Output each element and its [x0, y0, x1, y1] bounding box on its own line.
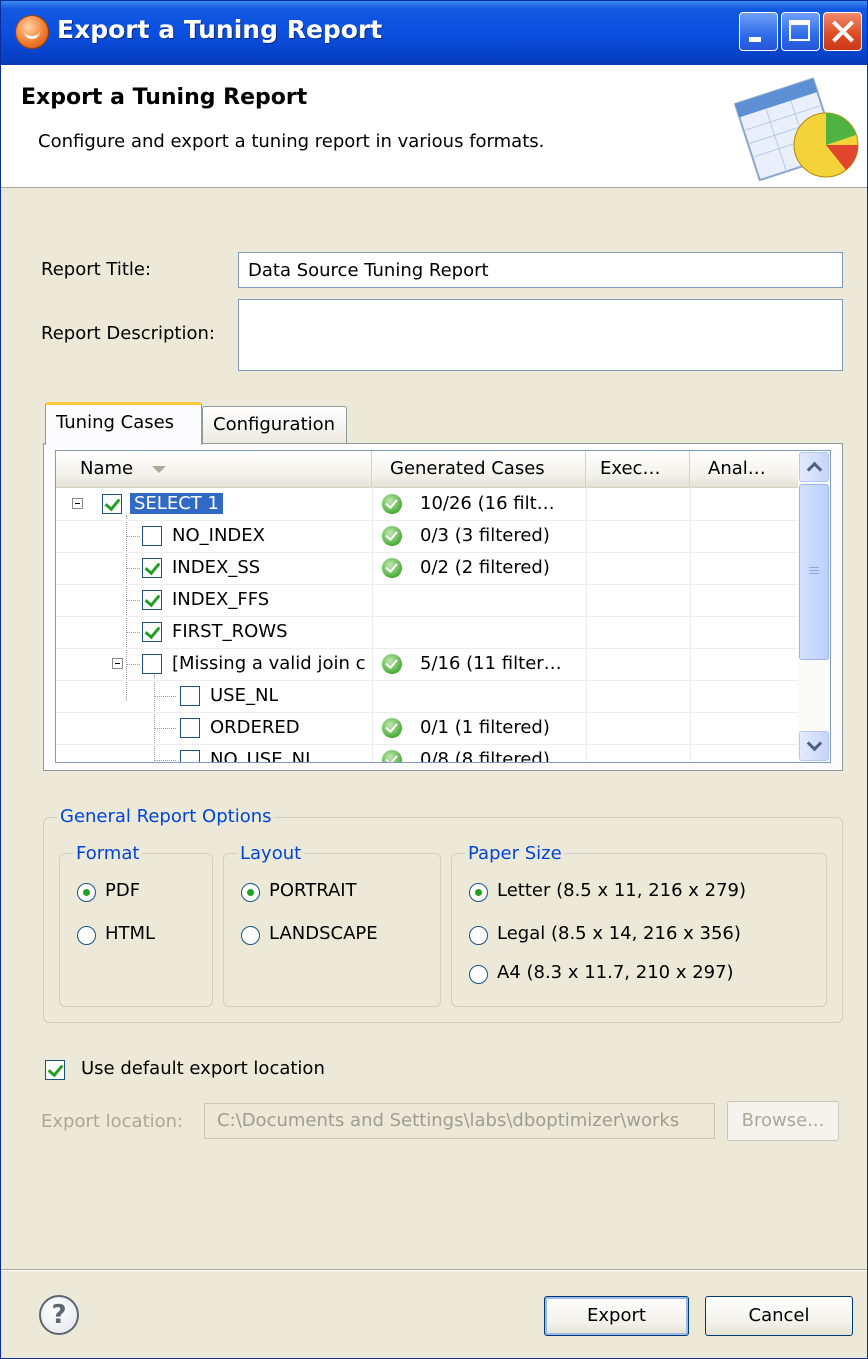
- table-header: Name Generated Cases Exec… Anal…: [56, 451, 798, 488]
- row-checkbox[interactable]: [142, 622, 162, 642]
- row-generated-cases: 0/8 (8 filtered): [420, 749, 550, 763]
- row-checkbox[interactable]: [142, 654, 162, 674]
- row-generated-cases: 10/26 (16 filt…: [420, 493, 555, 514]
- check-circle-icon: [382, 558, 402, 578]
- export-tuning-report-dialog: Export a Tuning Report Export a Tuning R…: [0, 0, 868, 1359]
- layout-portrait-radio[interactable]: [241, 883, 260, 902]
- tab-tuning-cases[interactable]: Tuning Cases: [45, 402, 202, 445]
- report-title-label: Report Title:: [41, 259, 152, 280]
- row-name: SELECT 1: [130, 493, 223, 514]
- export-button[interactable]: Export: [544, 1296, 689, 1336]
- layout-landscape-label[interactable]: LANDSCAPE: [269, 923, 378, 944]
- cancel-button[interactable]: Cancel: [705, 1296, 853, 1336]
- paper-a4-label[interactable]: A4 (8.3 x 11.7, 210 x 297): [497, 962, 734, 983]
- title-bar[interactable]: Export a Tuning Report: [1, 1, 867, 65]
- header-description: Configure and export a tuning report in …: [38, 131, 545, 152]
- column-header-analyzed[interactable]: Anal…: [690, 451, 798, 487]
- table-row[interactable]: INDEX_SS 0/2 (2 filtered): [56, 552, 798, 585]
- report-description-textarea[interactable]: [238, 299, 843, 371]
- scroll-up-icon[interactable]: [799, 452, 829, 482]
- collapse-icon[interactable]: [72, 498, 83, 509]
- row-checkbox[interactable]: [142, 558, 162, 578]
- paper-letter-radio[interactable]: [469, 883, 488, 902]
- table-row[interactable]: FIRST_ROWS: [56, 616, 798, 649]
- browse-button[interactable]: Browse...: [727, 1101, 839, 1141]
- use-default-location-label[interactable]: Use default export location: [81, 1058, 325, 1079]
- row-checkbox[interactable]: [180, 686, 200, 706]
- check-circle-icon: [382, 526, 402, 546]
- close-button[interactable]: [823, 12, 862, 51]
- row-generated-cases: 0/1 (1 filtered): [420, 717, 550, 738]
- row-checkbox[interactable]: [180, 750, 200, 762]
- scroll-down-icon[interactable]: [799, 731, 829, 761]
- table-row[interactable]: INDEX_FFS: [56, 584, 798, 617]
- dialog-header: Export a Tuning Report Configure and exp…: [1, 65, 867, 188]
- format-pdf-radio[interactable]: [77, 883, 96, 902]
- report-chart-icon: [733, 77, 859, 182]
- minimize-button[interactable]: [739, 12, 778, 51]
- report-description-label: Report Description:: [41, 323, 215, 344]
- row-name: [Missing a valid join c: [172, 653, 366, 674]
- paper-letter-label[interactable]: Letter (8.5 x 11, 216 x 279): [497, 880, 746, 901]
- general-report-options-title: General Report Options: [57, 806, 275, 827]
- paper-a4-radio[interactable]: [469, 965, 488, 984]
- use-default-location-checkbox[interactable]: [45, 1060, 65, 1080]
- row-name: FIRST_ROWS: [172, 621, 288, 642]
- paper-size-title: Paper Size: [465, 843, 565, 864]
- scrollbar-thumb[interactable]: [799, 484, 829, 660]
- check-circle-icon: [382, 718, 402, 738]
- table-row[interactable]: [Missing a valid join c 5/16 (11 filter…: [56, 648, 798, 681]
- row-checkbox[interactable]: [180, 718, 200, 738]
- collapse-icon[interactable]: [112, 658, 123, 669]
- row-generated-cases: 0/3 (3 filtered): [420, 525, 550, 546]
- tuning-cases-tree-table[interactable]: Name Generated Cases Exec… Anal… SELECT …: [55, 450, 831, 763]
- row-name: NO_INDEX: [172, 525, 265, 546]
- row-generated-cases: 5/16 (11 filter…: [420, 653, 562, 674]
- maximize-button[interactable]: [781, 12, 820, 51]
- report-title-input[interactable]: [238, 252, 843, 288]
- row-name: INDEX_FFS: [172, 589, 270, 610]
- column-header-generated-cases[interactable]: Generated Cases: [372, 451, 586, 487]
- row-generated-cases: 0/2 (2 filtered): [420, 557, 550, 578]
- format-html-label[interactable]: HTML: [105, 923, 155, 944]
- column-header-name[interactable]: Name: [56, 451, 372, 487]
- export-location-label: Export location:: [41, 1111, 184, 1132]
- check-circle-icon: [382, 494, 402, 514]
- table-row[interactable]: USE_NL: [56, 680, 798, 713]
- layout-title: Layout: [237, 843, 305, 864]
- check-circle-icon: [382, 654, 402, 674]
- tab-configuration[interactable]: Configuration: [202, 406, 347, 444]
- row-checkbox[interactable]: [102, 494, 122, 514]
- row-name: NO_USE_NL: [210, 749, 316, 763]
- format-pdf-label[interactable]: PDF: [105, 880, 140, 901]
- footer-separator: [1, 1269, 867, 1271]
- table-vertical-scrollbar[interactable]: [798, 451, 830, 762]
- check-circle-icon: [382, 750, 402, 762]
- help-icon[interactable]: ?: [39, 1295, 79, 1335]
- layout-portrait-label[interactable]: PORTRAIT: [269, 880, 357, 901]
- table-row[interactable]: NO_INDEX 0/3 (3 filtered): [56, 520, 798, 553]
- row-name: USE_NL: [210, 685, 279, 706]
- format-html-radio[interactable]: [77, 926, 96, 945]
- row-checkbox[interactable]: [142, 526, 162, 546]
- export-location-input[interactable]: C:\Documents and Settings\labs\dboptimiz…: [204, 1103, 715, 1139]
- layout-landscape-radio[interactable]: [241, 926, 260, 945]
- row-name: ORDERED: [210, 717, 300, 738]
- sort-desc-icon: [152, 466, 166, 473]
- table-row[interactable]: SELECT 1 10/26 (16 filt…: [56, 488, 798, 521]
- row-name: INDEX_SS: [172, 557, 261, 578]
- table-row[interactable]: ORDERED 0/1 (1 filtered): [56, 712, 798, 745]
- paper-legal-radio[interactable]: [469, 926, 488, 945]
- paper-legal-label[interactable]: Legal (8.5 x 14, 216 x 356): [497, 923, 741, 944]
- row-checkbox[interactable]: [142, 590, 162, 610]
- window-title: Export a Tuning Report: [57, 15, 383, 44]
- format-title: Format: [73, 843, 143, 864]
- table-row[interactable]: NO_USE_NL 0/8 (8 filtered): [56, 744, 798, 763]
- header-title: Export a Tuning Report: [21, 85, 308, 110]
- column-header-executed[interactable]: Exec…: [586, 451, 690, 487]
- app-icon: [15, 15, 49, 49]
